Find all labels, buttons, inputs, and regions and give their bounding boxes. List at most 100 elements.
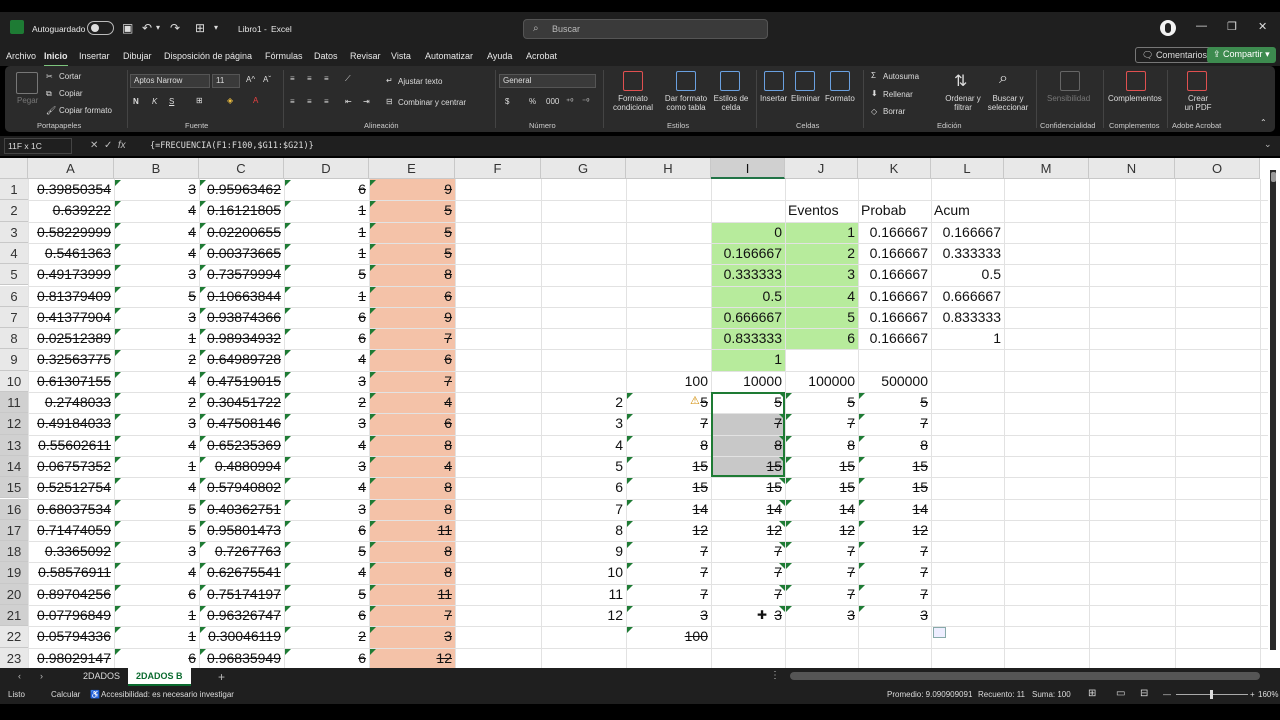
vertical-scroll-thumb[interactable] (1271, 172, 1276, 182)
worksheet-grid[interactable]: A B C D E F G H I J K L M N O 1 2 3 4 5 6 7 8 9 10 11 12 13 14 15 16 17… (0, 158, 1280, 668)
cell-k12[interactable]: 7 (858, 413, 931, 434)
column-header-g[interactable]: G (541, 158, 626, 179)
cell-d11[interactable]: 2 (284, 392, 369, 413)
header-acum[interactable]: Acum (931, 200, 1004, 221)
sheet-tab-2dados-b[interactable]: 2DADOS B (128, 668, 191, 686)
cell-l4[interactable]: 0.333333 (931, 243, 1004, 264)
indent-icon[interactable]: ⇥ (363, 97, 370, 106)
cell-l7[interactable]: 0.833333 (931, 307, 1004, 328)
minimize-icon[interactable]: — (1196, 20, 1207, 32)
cell-c4[interactable]: 0.00373665 (199, 243, 284, 264)
cell-e15[interactable]: 8 (369, 477, 455, 498)
warning-icon[interactable]: ⚠ (690, 394, 700, 407)
cell-b21[interactable]: 1 (114, 605, 199, 626)
cell-k20[interactable]: 7 (858, 584, 931, 605)
comments-button[interactable]: 🗨 Comentarios (1135, 47, 1214, 63)
cell-j20[interactable]: 7 (785, 584, 858, 605)
cell-j21[interactable]: 3 (785, 605, 858, 626)
cell-e22[interactable]: 3 (369, 626, 455, 647)
cell-a20[interactable]: 0.89704256 (28, 584, 114, 605)
cell-k7[interactable]: 0.166667 (858, 307, 931, 328)
cell-b6[interactable]: 5 (114, 286, 199, 307)
column-header-n[interactable]: N (1089, 158, 1175, 179)
column-header-f[interactable]: F (455, 158, 541, 179)
cell-i18[interactable]: 7 (711, 541, 785, 562)
grow-font-icon[interactable]: A^ (246, 75, 255, 84)
cell-l5[interactable]: 0.5 (931, 264, 1004, 285)
cell-h20[interactable]: 7 (626, 584, 711, 605)
row-header-7[interactable]: 7 (0, 306, 28, 329)
cell-i19[interactable]: 7 (711, 562, 785, 583)
row-header-8[interactable]: 8 (0, 328, 28, 350)
cell-a11[interactable]: 0.2748033 (28, 392, 114, 413)
cell-c2[interactable]: 0.16121805 (199, 200, 284, 221)
cell-j7[interactable]: 5 (785, 307, 858, 328)
column-header-b[interactable]: B (114, 158, 199, 179)
cell-k10[interactable]: 500000 (858, 371, 931, 392)
cut-icon[interactable]: ✂ (46, 72, 53, 81)
cell-k15[interactable]: 15 (858, 477, 931, 498)
table-format-icon[interactable] (676, 71, 696, 91)
cell-l3[interactable]: 0.166667 (931, 222, 1004, 243)
tab-ayuda[interactable]: Ayuda (487, 51, 512, 61)
prev-sheet-icon[interactable]: ‹ (18, 671, 21, 681)
cell-h19[interactable]: 7 (626, 562, 711, 583)
customize-qat-icon[interactable]: ▾ (214, 22, 218, 34)
delete-cells-button[interactable]: Eliminar (791, 94, 820, 103)
cut-button[interactable]: Cortar (59, 72, 81, 81)
cell-d16[interactable]: 3 (284, 499, 369, 520)
cell-c3[interactable]: 0.02200655 (199, 222, 284, 243)
font-color-icon[interactable]: A (253, 96, 258, 105)
row-header-16[interactable]: 16 (0, 498, 28, 520)
cell-c17[interactable]: 0.95801473 (199, 520, 284, 541)
cell-h22[interactable]: 100 (626, 626, 711, 647)
cell-k8[interactable]: 0.166667 (858, 328, 931, 349)
cell-a5[interactable]: 0.49173999 (28, 264, 114, 285)
cell-k19[interactable]: 7 (858, 562, 931, 583)
cell-k11[interactable]: 5 (858, 392, 931, 413)
cell-e21[interactable]: 7 (369, 605, 455, 626)
cell-c5[interactable]: 0.73579994 (199, 264, 284, 285)
wrap-icon[interactable]: ↵ (386, 76, 393, 85)
cell-c12[interactable]: 0.47508146 (199, 413, 284, 434)
wrap-text-button[interactable]: Ajustar texto (398, 77, 442, 86)
cancel-icon[interactable]: ✕ (90, 140, 98, 151)
collapse-ribbon-icon[interactable]: ⌃ (1260, 118, 1267, 127)
cell-d5[interactable]: 5 (284, 264, 369, 285)
conditional-format-icon[interactable] (623, 71, 643, 91)
cell-styles-button[interactable]: Estilos de celda (712, 94, 750, 112)
cell-a1[interactable]: 0.39850354 (28, 179, 114, 200)
maximize-icon[interactable]: ❐ (1227, 20, 1237, 33)
cell-k3[interactable]: 0.166667 (858, 222, 931, 243)
orientation-icon[interactable]: ⟋ (345, 74, 351, 84)
zoom-out-icon[interactable]: — (1163, 690, 1171, 699)
column-header-k[interactable]: K (858, 158, 931, 179)
cell-a18[interactable]: 0.3365092 (28, 541, 114, 562)
zoom-thumb[interactable] (1210, 690, 1213, 699)
cell-a16[interactable]: 0.68037534 (28, 499, 114, 520)
column-header-o[interactable]: O (1175, 158, 1260, 179)
cell-b8[interactable]: 1 (114, 328, 199, 349)
table-format-button[interactable]: Dar formato como tabla (661, 94, 711, 112)
tab-formulas[interactable]: Fórmulas (265, 51, 303, 61)
cell-e23[interactable]: 12 (369, 648, 455, 668)
share-button[interactable]: ⇪ Compartir ▾ (1207, 47, 1276, 63)
cell-a8[interactable]: 0.02512389 (28, 328, 114, 349)
normal-view-icon[interactable]: ⊞ (1088, 688, 1096, 699)
row-header-4[interactable]: 4 (0, 242, 28, 265)
cell-g11[interactable]: 2 (541, 392, 626, 413)
cell-k5[interactable]: 0.166667 (858, 264, 931, 285)
cell-g17[interactable]: 8 (541, 520, 626, 541)
cell-d9[interactable]: 4 (284, 349, 369, 370)
cell-k21[interactable]: 3 (858, 605, 931, 626)
column-header-e[interactable]: E (369, 158, 455, 179)
cell-a4[interactable]: 0.5461363 (28, 243, 114, 264)
fill-color-icon[interactable]: ◈ (227, 96, 233, 105)
cell-e2[interactable]: 5 (369, 200, 455, 221)
merge-center-button[interactable]: Combinar y centrar (398, 98, 466, 107)
cell-h17[interactable]: 12 (626, 520, 711, 541)
row-header-21[interactable]: 21 (0, 605, 28, 627)
cell-c20[interactable]: 0.75174197 (199, 584, 284, 605)
cell-g13[interactable]: 4 (541, 435, 626, 456)
currency-icon[interactable]: $ (505, 97, 509, 106)
